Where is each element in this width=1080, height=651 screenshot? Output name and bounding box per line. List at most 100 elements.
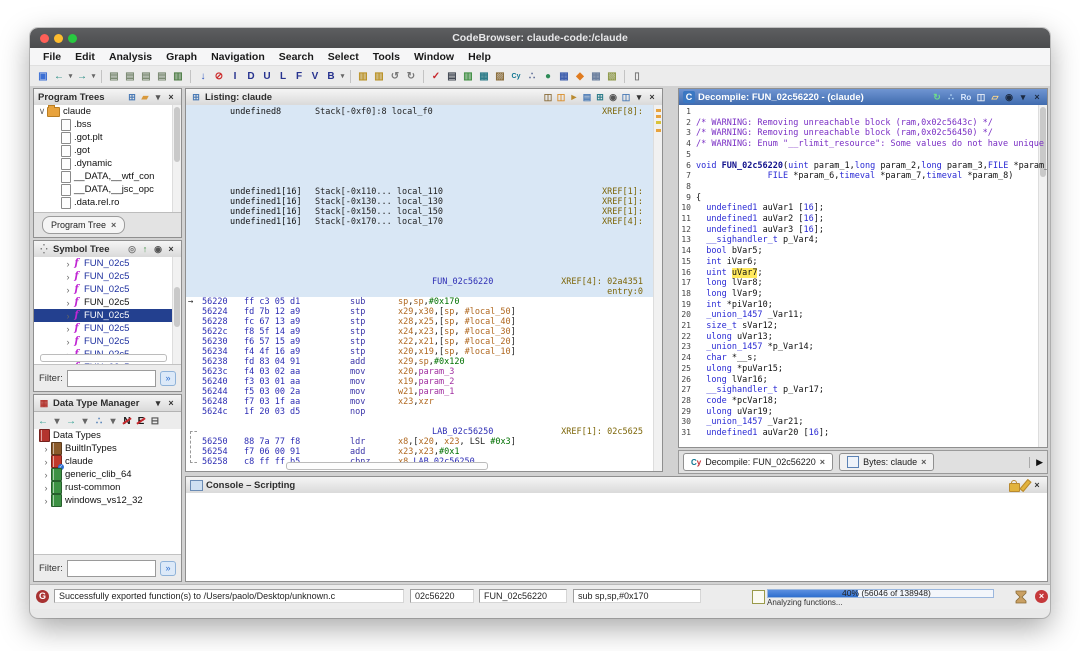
menu-edit[interactable]: Edit <box>68 51 102 63</box>
listing-row[interactable] <box>200 177 653 187</box>
decompile-line[interactable]: 19 int *piVar10; <box>679 300 1038 311</box>
symbol-tree-hscrollbar[interactable] <box>40 354 167 362</box>
program-tree-tab-close-icon[interactable]: × <box>111 220 116 230</box>
program-trees-header[interactable]: Program Trees ⊞▰▾× <box>34 89 181 106</box>
letter-v-icon[interactable]: V <box>308 69 322 83</box>
clear-icon[interactable]: ⊘ <box>212 69 226 83</box>
decompile-line[interactable]: 22 ulong uVar13; <box>679 332 1038 343</box>
menu-graph[interactable]: Graph <box>159 51 204 63</box>
byte-viewer-icon[interactable]: ▦ <box>589 69 603 83</box>
listing-row[interactable]: 56234f4 4f 16 a9stpx20,x19,[sp, #local_1… <box>200 347 653 357</box>
open-program-icon-5[interactable]: ▥ <box>171 69 185 83</box>
layout-icon[interactable]: ∴ <box>93 415 105 427</box>
listing-row[interactable] <box>200 137 653 147</box>
forward-dropdown-icon[interactable]: ▾ <box>90 69 97 83</box>
listing-row[interactable]: undefined8Stack[-0xf0]:8 local_f0XREF[8]… <box>200 107 653 117</box>
listing-row[interactable]: 56254f7 06 00 91addx23,x23,#0x1 <box>200 447 653 457</box>
menu-search[interactable]: Search <box>272 51 321 63</box>
decompile-line[interactable]: 5 <box>679 150 1038 161</box>
listing-row[interactable]: 56228fc 67 13 a9stpx28,x25,[sp, #local_4… <box>200 317 653 327</box>
symbol-tree-item[interactable]: ›fFUN_02c5 <box>34 283 181 296</box>
snapshot-icon[interactable]: ◉ <box>1003 91 1015 103</box>
cancel-analysis-button[interactable]: × <box>1035 590 1048 603</box>
tab-close-icon[interactable]: × <box>921 457 926 467</box>
dtm-archive-item[interactable]: ›windows_vs12_32 <box>34 494 181 507</box>
symbol-tree-item[interactable]: ›fFUN_02c5 <box>34 270 181 283</box>
close-icon[interactable]: × <box>1031 91 1043 103</box>
symbol-tree-item[interactable]: ›fFUN_02c5 <box>34 322 181 335</box>
filter-names-icon[interactable]: N <box>121 415 133 427</box>
letter-l-icon[interactable]: L <box>276 69 290 83</box>
decompile-line[interactable]: 17 long lVar8; <box>679 278 1038 289</box>
undo-icon[interactable]: ↺ <box>388 69 402 83</box>
back-dropdown-icon[interactable]: ▾ <box>51 415 63 427</box>
snapshot-icon[interactable]: ◉ <box>152 243 164 255</box>
listing-row[interactable]: undefined1[16]Stack[-0x170... local_170X… <box>200 217 653 227</box>
decompile-line[interactable]: 9{ <box>679 193 1038 204</box>
menu-window[interactable]: Window <box>407 51 461 63</box>
close-icon[interactable]: × <box>165 243 177 255</box>
expander-icon[interactable]: › <box>42 457 50 467</box>
decompile-line[interactable]: 24 char *__s; <box>679 353 1038 364</box>
letter-b-icon[interactable]: B <box>324 69 338 83</box>
tab-close-icon[interactable]: × <box>820 457 825 467</box>
letter-i-icon[interactable]: I <box>228 69 242 83</box>
decompile-line[interactable]: 6void FUN_02c56220(uint param_1,long par… <box>679 161 1038 172</box>
ghidra-icon[interactable]: G <box>36 590 49 603</box>
listing-row[interactable]: 5623cf4 03 02 aamovx20,param_3 <box>200 367 653 377</box>
menu-help[interactable]: Help <box>461 51 498 63</box>
decompile-line[interactable]: 1 <box>679 107 1038 118</box>
diff-icon[interactable]: ▤ <box>581 91 593 103</box>
save-icon[interactable]: ▣ <box>36 69 50 83</box>
forward-dropdown-icon[interactable]: ▾ <box>79 415 91 427</box>
symbol-tree-item[interactable]: ›fFUN_02c5 <box>34 296 181 309</box>
validate-icon[interactable]: ✓ <box>429 69 443 83</box>
memory-search-icon[interactable]: ▥ <box>356 69 370 83</box>
pull-down-icon[interactable]: ↓ <box>196 69 210 83</box>
program-tree-tab[interactable]: Program Tree × <box>42 216 125 234</box>
data-type-manager-header[interactable]: ▦ Data Type Manager ▾× <box>34 395 181 412</box>
forward-icon[interactable]: → <box>65 415 77 427</box>
selection-cursor-icon[interactable]: ► <box>568 91 580 103</box>
listing-scrollbar[interactable] <box>653 105 662 471</box>
back-icon[interactable]: ← <box>37 415 49 427</box>
decompile-header[interactable]: C Decompile: FUN_02c56220 - (claude) ↻∴R… <box>679 89 1047 106</box>
listing-row[interactable]: entry:0 <box>200 287 653 297</box>
decompiler-icon[interactable]: Cy <box>509 69 523 83</box>
listing-row[interactable] <box>200 157 653 167</box>
listing-row[interactable]: 56248f7 03 1f aamovx23,xzr <box>200 397 653 407</box>
listing-row[interactable]: undefined1[16]Stack[-0x110... local_110X… <box>200 187 653 197</box>
dropdown-icon[interactable]: ▾ <box>633 91 645 103</box>
listing-row[interactable]: 56240f3 03 01 aamovx19,param_2 <box>200 377 653 387</box>
program-tree-item[interactable]: .dynamic <box>34 157 181 170</box>
symbol-tree-header[interactable]: ⁛ Symbol Tree ◎↑◉× <box>34 241 181 258</box>
expander-icon[interactable]: › <box>64 259 72 269</box>
program-tree-item[interactable]: __DATA,__jsc_opc <box>34 183 181 196</box>
listing-row[interactable]: 56230f6 57 15 a9stpx22,x21,[sp, #local_2… <box>200 337 653 347</box>
expander-icon[interactable]: › <box>42 444 50 454</box>
new-tree-icon[interactable]: ⊞ <box>126 91 138 103</box>
dtm-filter-options-icon[interactable]: » <box>160 561 176 576</box>
decompile-line[interactable]: 13 __sighandler_t p_Var4; <box>679 235 1038 246</box>
listing-row[interactable]: FUN_02c56220XREF[4]: 02a4351 <box>200 277 653 287</box>
snapshot-icon[interactable]: ◉ <box>607 91 619 103</box>
symbol-tree-item[interactable]: ›fFUN_02c5 <box>34 335 181 348</box>
console-header[interactable]: Console – Scripting × <box>186 477 1047 494</box>
listing-row[interactable] <box>200 117 653 127</box>
expander-icon[interactable]: › <box>64 272 72 282</box>
redo-icon[interactable]: ↻ <box>404 69 418 83</box>
listing-row[interactable] <box>200 257 653 267</box>
open-program-icon-2[interactable]: ▤ <box>123 69 137 83</box>
menu-select[interactable]: Select <box>321 51 366 63</box>
listing-row[interactable]: 56224fd 7b 12 a9stpx29,x30,[sp, #local_5… <box>200 307 653 317</box>
dtm-archive-item[interactable]: ›rust-common <box>34 481 181 494</box>
lock-icon[interactable] <box>1009 483 1020 492</box>
collapse-all-icon[interactable]: ⊟ <box>149 415 161 427</box>
expander-icon[interactable]: › <box>64 298 72 308</box>
graph-icon[interactable]: ∴ <box>525 69 539 83</box>
ro-label[interactable]: Ro <box>959 91 973 103</box>
script-manager-icon[interactable]: ▥ <box>461 69 475 83</box>
memory-search-2-icon[interactable]: ▥ <box>372 69 386 83</box>
expander-icon[interactable]: ∨ <box>38 106 46 117</box>
dtm-filter-input[interactable] <box>67 560 156 577</box>
